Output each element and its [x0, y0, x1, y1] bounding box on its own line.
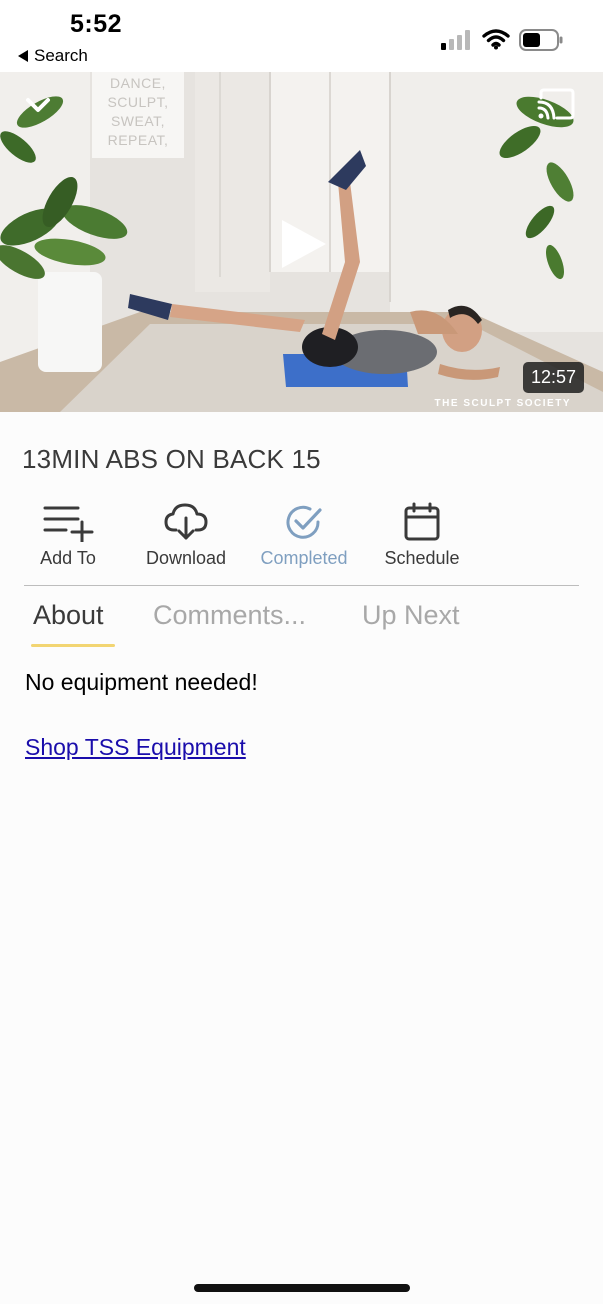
wall-sign-line: REPEAT, — [107, 132, 169, 148]
status-time: 5:52 — [70, 10, 123, 38]
wall-sign-line: SCULPT, — [107, 94, 169, 110]
home-indicator[interactable] — [194, 1284, 410, 1292]
completed-button[interactable]: Completed — [244, 500, 364, 569]
download-button[interactable]: Download — [126, 500, 246, 569]
app-screen: 5:52 Search DANCE, SCULPT, SWEAT, REPEAT… — [0, 0, 603, 1304]
wifi-icon — [482, 29, 510, 50]
schedule-button[interactable]: Schedule — [362, 500, 482, 569]
video-player[interactable]: DANCE, SCULPT, SWEAT, REPEAT, 12:57 THE … — [0, 72, 603, 412]
tab-about[interactable]: About — [33, 600, 104, 631]
play-icon[interactable] — [278, 218, 328, 270]
back-to-search-label: Search — [34, 46, 88, 65]
cloud-download-icon — [164, 503, 208, 540]
battery-icon — [519, 29, 563, 51]
chevron-down-icon[interactable] — [24, 94, 52, 118]
add-to-label: Add To — [40, 548, 96, 568]
schedule-label: Schedule — [384, 548, 460, 568]
status-bar: 5:52 Search — [0, 0, 603, 72]
divider — [24, 585, 579, 586]
back-to-search-button[interactable]: Search — [18, 46, 88, 66]
tab-bar: About Comments... Up Next — [0, 596, 603, 652]
wall-sign-line: DANCE, — [110, 75, 166, 91]
tab-up-next[interactable]: Up Next — [362, 600, 460, 631]
wall-sign: DANCE, SCULPT, SWEAT, REPEAT, — [92, 74, 184, 150]
tab-comments[interactable]: Comments... — [153, 600, 306, 631]
completed-label: Completed — [260, 548, 348, 568]
action-bar: Add To Download Completed Schedule — [0, 500, 603, 580]
active-tab-indicator — [31, 644, 115, 647]
add-to-button[interactable]: Add To — [8, 500, 128, 569]
cellular-signal-icon — [441, 30, 470, 50]
video-watermark: THE SCULPT SOCIETY — [434, 398, 571, 409]
download-label: Download — [145, 548, 227, 568]
video-title: 13MIN ABS ON BACK 15 — [22, 444, 321, 474]
wall-sign-line: SWEAT, — [110, 113, 166, 129]
video-duration-badge: 12:57 — [522, 362, 584, 393]
cast-icon[interactable] — [537, 88, 575, 120]
about-description: No equipment needed! — [25, 669, 258, 695]
playlist-add-icon — [43, 506, 94, 542]
shop-equipment-link[interactable]: Shop TSS Equipment — [25, 734, 246, 761]
back-caret-icon — [18, 50, 28, 62]
calendar-icon — [404, 502, 440, 541]
check-circle-icon — [286, 505, 322, 539]
